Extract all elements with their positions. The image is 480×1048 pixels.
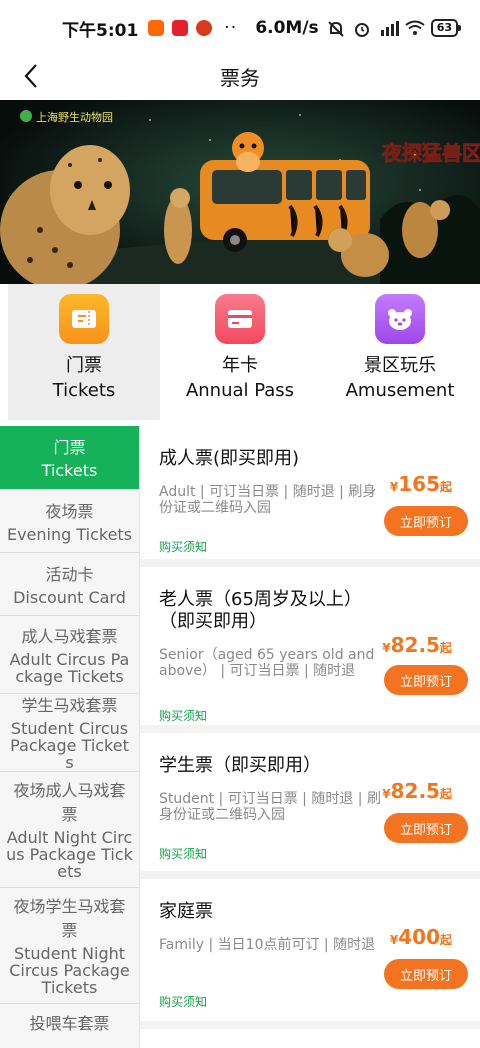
- sidebar-item-sublabel: Student Circus Package Tickets: [10, 719, 129, 772]
- ticket-card[interactable]: 老人票（65周岁及以上）（即买即用） Senior（aged 65 years …: [140, 567, 480, 733]
- purchase-notice-link[interactable]: 购买须知: [159, 845, 207, 862]
- ticket-name: 成人票(即买即用): [159, 448, 300, 469]
- ticket-description: Family | 当日10点前可订 | 随时退: [159, 937, 376, 953]
- ticket-card[interactable]: 学生票（即买即用） Student | 可订当日票 | 随时退 | 刷身份证或二…: [140, 733, 480, 879]
- ticket-price: ¥82.5起: [382, 779, 452, 803]
- sidebar-item-student-circus[interactable]: 学生马戏套票 Student Circus Package Tickets: [0, 694, 139, 772]
- status-bar: 下午5:01 ·· 6.0M/s 63: [0, 0, 480, 56]
- tab-amusement-en: Amusement: [345, 380, 455, 401]
- ticket-price: ¥400起: [390, 925, 452, 949]
- currency-symbol: ¥: [382, 641, 391, 655]
- status-time: 下午5:01: [62, 20, 139, 41]
- book-now-button[interactable]: 立即预订: [384, 665, 468, 695]
- sidebar-item-label: 投喂车套票: [29, 1014, 110, 1033]
- ticket-list: 成人票(即买即用) Adult | 可订当日票 | 随时退 | 刷身份证或二维码…: [140, 426, 480, 1048]
- category-tabs: 门票 Tickets 年卡 Annual Pass 景区玩乐 Amusement: [0, 284, 480, 420]
- banner-title: 夜探猛兽区: [381, 141, 480, 165]
- ticket-name: 老人票（65周岁及以上）（即买即用）: [159, 589, 362, 632]
- book-now-button[interactable]: 立即预订: [384, 506, 468, 536]
- sidebar-item-label: 夜场票: [45, 501, 94, 521]
- promo-banner[interactable]: 上海野生动物园 夜探猛兽区: [0, 100, 480, 284]
- price-value: 82.5: [390, 633, 440, 657]
- sidebar-item-sublabel: Student Night Circus Package Tickets: [9, 944, 130, 997]
- sidebar-item-label: 夜场成人马戏套票: [13, 781, 126, 824]
- tab-tickets-zh: 门票: [66, 355, 102, 376]
- tab-annual-pass[interactable]: 年卡 Annual Pass: [160, 284, 320, 420]
- sidebar-item-label: 夜场学生马戏套票: [13, 897, 126, 940]
- sidebar-item-adult-night-circus[interactable]: 夜场成人马戏套票 Adult Night Circus Package Tick…: [0, 772, 139, 888]
- ticket-name: 家庭票: [159, 901, 213, 922]
- ticket-price: ¥82.5起: [382, 633, 452, 657]
- currency-symbol: ¥: [389, 480, 399, 494]
- price-suffix: 起: [439, 641, 452, 655]
- price-suffix: 起: [439, 480, 452, 494]
- sidebar-item-label: 活动卡: [45, 564, 94, 584]
- tab-amusement[interactable]: 景区玩乐 Amusement: [320, 284, 480, 420]
- purchase-notice-link[interactable]: 购买须知: [159, 993, 207, 1010]
- tab-amusement-zh: 景区玩乐: [364, 355, 436, 376]
- price-value: 82.5: [390, 779, 440, 803]
- sidebar-item-adult-circus[interactable]: 成人马戏套票 Adult Circus Package Tickets: [0, 616, 139, 694]
- purchase-notice-link[interactable]: 购买须知: [159, 538, 207, 555]
- ticket-card[interactable]: 家庭票 Family | 当日10点前可订 | 随时退 ¥400起 立即预订 购…: [140, 879, 480, 1029]
- sidebar-item-label: 学生马戏套票: [21, 696, 118, 715]
- sidebar-item-label: 门票: [53, 438, 86, 457]
- sidebar-item-sublabel: Discount Card: [13, 587, 126, 607]
- book-now-button[interactable]: 立即预订: [384, 813, 468, 843]
- book-now-button[interactable]: 立即预订: [384, 959, 468, 989]
- back-button[interactable]: [16, 60, 46, 92]
- mi-app-icon: [148, 20, 165, 36]
- battery-indicator: 63: [430, 19, 462, 37]
- more-notifications-icon: ··: [224, 18, 238, 38]
- app-notification-icon: [172, 20, 189, 36]
- tab-tickets-en: Tickets: [52, 380, 116, 401]
- price-value: 165: [398, 472, 440, 496]
- sidebar-item-tickets[interactable]: 门票 Tickets: [0, 426, 139, 490]
- price-suffix: 起: [439, 933, 452, 947]
- ticket-type-sidebar: 门票 Tickets 夜场票 Evening Tickets 活动卡 Disco…: [0, 426, 140, 1048]
- chevron-left-icon: [24, 64, 37, 88]
- alarm-icon: [353, 20, 371, 37]
- sidebar-item-label: 成人马戏套票: [21, 626, 118, 646]
- network-speed: 6.0M/s: [255, 18, 319, 38]
- ticket-icon: [59, 294, 109, 344]
- ticket-description: Adult | 可订当日票 | 随时退 | 刷身份证或二维码入园: [159, 484, 377, 516]
- nav-bar: 票务: [0, 56, 480, 96]
- sidebar-item-evening-tickets[interactable]: 夜场票 Evening Tickets: [0, 490, 139, 553]
- mute-icon: [327, 20, 345, 37]
- tab-annual-pass-en: Annual Pass: [185, 380, 295, 401]
- ticket-price: ¥165起: [390, 472, 452, 496]
- taobao-icon: [196, 20, 213, 36]
- tab-annual-pass-zh: 年卡: [222, 355, 258, 376]
- ticket-description: Student | 可订当日票 | 随时退 | 刷身份证或二维码入园: [159, 791, 381, 823]
- ticket-name: 学生票（即买即用）: [159, 755, 321, 776]
- ticket-card[interactable]: 成人票(即买即用) Adult | 可订当日票 | 随时退 | 刷身份证或二维码…: [140, 426, 480, 567]
- sidebar-item-feeding-car[interactable]: 投喂车套票: [0, 1004, 139, 1048]
- purchase-notice-link[interactable]: 购买须知: [159, 707, 207, 724]
- currency-symbol: ¥: [389, 933, 399, 947]
- currency-symbol: ¥: [382, 787, 391, 801]
- bear-icon: [375, 294, 425, 344]
- price-value: 400: [398, 925, 440, 949]
- sidebar-item-sublabel: Adult Circus Package Tickets: [9, 649, 130, 686]
- price-suffix: 起: [439, 787, 452, 801]
- page-title: 票务: [220, 65, 260, 90]
- ticket-description: Senior（aged 65 years old and above） | 可订…: [159, 647, 375, 679]
- signal-icon: [379, 20, 399, 36]
- sidebar-item-sublabel: Adult Night Circus Package Tickets: [6, 828, 133, 881]
- tab-tickets[interactable]: 门票 Tickets: [8, 284, 160, 420]
- zoo-logo: 上海野生动物园: [36, 110, 113, 124]
- sidebar-item-discount-card[interactable]: 活动卡 Discount Card: [0, 553, 139, 616]
- card-icon: [215, 294, 265, 344]
- wifi-icon: [405, 20, 425, 36]
- sidebar-item-sublabel: Tickets: [41, 461, 98, 480]
- sidebar-item-sublabel: Evening Tickets: [6, 524, 133, 544]
- sidebar-item-student-night-circus[interactable]: 夜场学生马戏套票 Student Night Circus Package Ti…: [0, 888, 139, 1004]
